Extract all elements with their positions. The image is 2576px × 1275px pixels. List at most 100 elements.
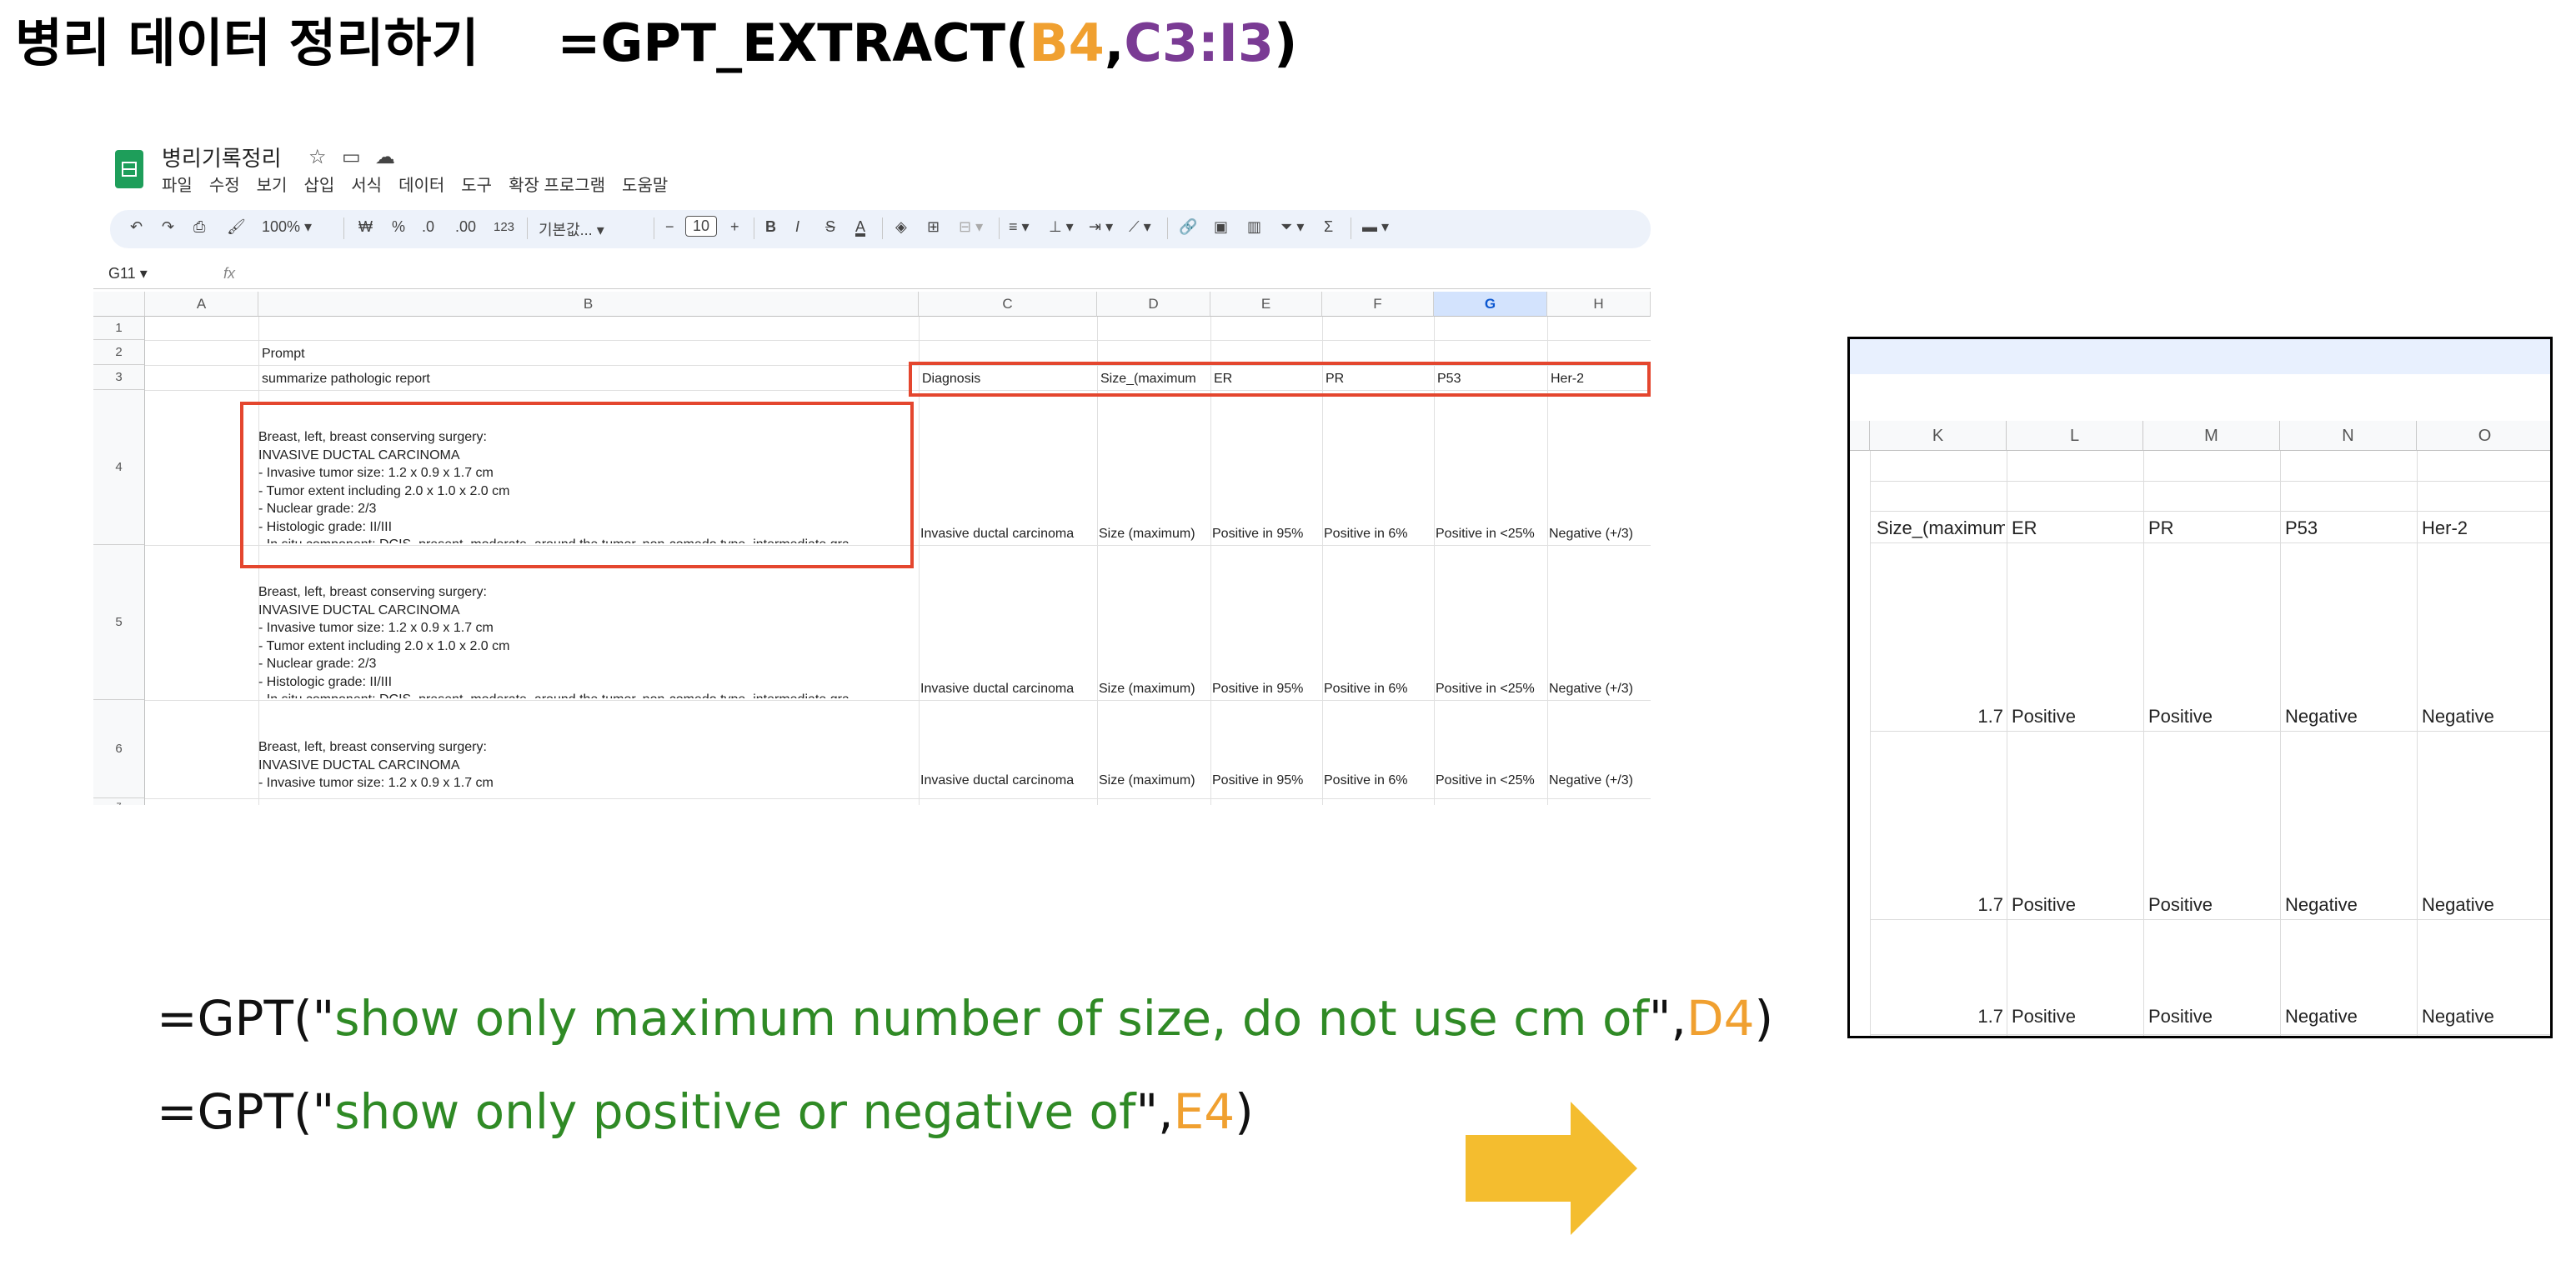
menu-edit[interactable]: 수정 — [209, 177, 240, 195]
result-r1-size[interactable]: 1.7 — [1877, 706, 2003, 728]
menu-help[interactable]: 도움말 — [622, 177, 668, 195]
strikethrough-button[interactable]: S — [825, 218, 835, 236]
cell-b3[interactable]: summarize pathologic report — [262, 372, 430, 387]
functions-button[interactable]: Σ — [1324, 218, 1333, 236]
result-r1-p53[interactable]: Negative — [2285, 706, 2358, 728]
result-header-size[interactable]: Size_(maximum — [1877, 518, 2005, 539]
percent-button[interactable]: % — [392, 218, 405, 236]
cell-c5[interactable]: Invasive ductal carcinoma — [920, 682, 1095, 697]
fill-color-icon[interactable]: ◈ — [895, 218, 907, 236]
column-header-h[interactable]: H — [1547, 292, 1651, 317]
menu-extensions[interactable]: 확장 프로그램 — [509, 177, 605, 195]
result-r3-p53[interactable]: Negative — [2285, 1006, 2358, 1028]
bold-button[interactable]: B — [765, 218, 776, 236]
currency-button[interactable]: ₩ — [358, 218, 373, 236]
result-r2-p53[interactable]: Negative — [2285, 894, 2358, 916]
number-format-button[interactable]: 123 — [494, 220, 514, 234]
cell-f5[interactable]: Positive in 6% — [1324, 682, 1432, 697]
row-header-6[interactable]: 6 — [93, 700, 145, 798]
text-rotation-icon[interactable]: ⟋ ▾ — [1129, 218, 1151, 236]
row-header-5[interactable]: 5 — [93, 545, 145, 700]
result-col-header-o[interactable]: O — [2417, 421, 2550, 451]
result-header-pr[interactable]: PR — [2148, 518, 2174, 539]
menu-format[interactable]: 서식 — [351, 177, 382, 195]
cell-d6[interactable]: Size (maximum) — [1099, 773, 1209, 788]
star-icon[interactable]: ☆ — [308, 145, 327, 169]
cell-d5[interactable]: Size (maximum) — [1099, 682, 1209, 697]
column-header-e[interactable]: E — [1210, 292, 1322, 317]
select-all-corner[interactable] — [93, 292, 145, 317]
chart-icon[interactable]: ▥ — [1247, 218, 1261, 236]
column-header-a[interactable]: A — [145, 292, 258, 317]
increase-decimal-button[interactable]: .00 — [455, 218, 476, 236]
result-col-header-l[interactable]: L — [2007, 421, 2143, 451]
cell-b6-report[interactable]: Breast, left, breast conserving surgery:… — [258, 738, 909, 797]
result-r1-pr[interactable]: Positive — [2148, 706, 2213, 728]
cell-g6[interactable]: Positive in <25% — [1436, 773, 1546, 788]
result-header-er[interactable]: ER — [2012, 518, 2037, 539]
link-icon[interactable]: 🔗 — [1179, 218, 1197, 236]
result-r2-her2[interactable]: Negative — [2422, 894, 2494, 916]
menu-view[interactable]: 보기 — [257, 177, 288, 195]
cell-g4[interactable]: Positive in <25% — [1436, 527, 1546, 542]
row-header-2[interactable]: 2 — [93, 340, 145, 365]
menu-data[interactable]: 데이터 — [398, 177, 444, 195]
zoom-select[interactable]: 100% ▾ — [262, 218, 312, 236]
name-box[interactable]: G11 ▾ — [108, 265, 148, 282]
column-header-d[interactable]: D — [1097, 292, 1210, 317]
cell-b5-report[interactable]: Breast, left, breast conserving surgery:… — [258, 583, 909, 698]
cell-f6[interactable]: Positive in 6% — [1324, 773, 1432, 788]
column-header-b[interactable]: B — [258, 292, 919, 317]
cell-g5[interactable]: Positive in <25% — [1436, 682, 1546, 697]
column-header-g[interactable]: G — [1434, 292, 1547, 317]
result-r3-her2[interactable]: Negative — [2422, 1006, 2494, 1028]
result-r3-size[interactable]: 1.7 — [1877, 1006, 2003, 1028]
row-header-4[interactable]: 4 — [93, 390, 145, 545]
font-size-input[interactable]: 10 — [685, 216, 718, 237]
cell-b2[interactable]: Prompt — [262, 347, 305, 362]
font-size-increase-button[interactable]: + — [730, 218, 739, 236]
column-header-c[interactable]: C — [919, 292, 1097, 317]
cell-f4[interactable]: Positive in 6% — [1324, 527, 1432, 542]
decrease-decimal-button[interactable]: .0 — [422, 218, 434, 236]
font-select[interactable]: 기본값... ▾ — [539, 218, 604, 240]
cell-d4[interactable]: Size (maximum) — [1099, 527, 1209, 542]
result-r3-pr[interactable]: Positive — [2148, 1006, 2213, 1028]
result-header-p53[interactable]: P53 — [2285, 518, 2318, 539]
row-header-1[interactable]: 1 — [93, 317, 145, 340]
folder-move-icon[interactable]: ▭ — [342, 145, 361, 169]
result-col-header-n[interactable]: N — [2280, 421, 2417, 451]
column-header-f[interactable]: F — [1322, 292, 1434, 317]
borders-icon[interactable]: ⊞ — [927, 218, 940, 236]
menu-tools[interactable]: 도구 — [461, 177, 492, 195]
cell-c6[interactable]: Invasive ductal carcinoma — [920, 773, 1095, 788]
cell-h4[interactable]: Negative (+/3) — [1549, 527, 1651, 542]
row-header-3[interactable]: 3 — [93, 365, 145, 390]
menu-insert[interactable]: 삽입 — [303, 177, 334, 195]
menu-file[interactable]: 파일 — [162, 177, 193, 195]
result-r1-er[interactable]: Positive — [2012, 706, 2076, 728]
result-r2-er[interactable]: Positive — [2012, 894, 2076, 916]
cell-c4[interactable]: Invasive ductal carcinoma — [920, 527, 1095, 542]
merge-cells-icon[interactable]: ⊟ ▾ — [959, 218, 983, 236]
cell-h6[interactable]: Negative (+/3) — [1549, 773, 1651, 788]
result-r1-her2[interactable]: Negative — [2422, 706, 2494, 728]
result-r3-er[interactable]: Positive — [2012, 1006, 2076, 1028]
result-col-header-k[interactable]: K — [1870, 421, 2007, 451]
result-header-her2[interactable]: Her-2 — [2422, 518, 2468, 539]
cell-h5[interactable]: Negative (+/3) — [1549, 682, 1651, 697]
cell-e4[interactable]: Positive in 95% — [1212, 527, 1321, 542]
redo-icon[interactable]: ↷ — [162, 218, 174, 236]
cloud-icon[interactable]: ☁ — [375, 145, 395, 169]
input-tools-icon[interactable]: ▬ ▾ — [1362, 218, 1389, 236]
text-color-button[interactable]: A — [855, 218, 865, 236]
result-r2-pr[interactable]: Positive — [2148, 894, 2213, 916]
cell-e5[interactable]: Positive in 95% — [1212, 682, 1321, 697]
align-horizontal-icon[interactable]: ≡ ▾ — [1009, 218, 1030, 236]
undo-icon[interactable]: ↶ — [130, 218, 143, 236]
comment-icon[interactable]: ▣ — [1214, 218, 1228, 236]
print-icon[interactable]: ⎙ — [193, 218, 205, 236]
filter-icon[interactable]: ⏷ ▾ — [1280, 218, 1304, 236]
row-header-7[interactable]: 7 — [93, 798, 145, 805]
result-r2-size[interactable]: 1.7 — [1877, 894, 2003, 916]
